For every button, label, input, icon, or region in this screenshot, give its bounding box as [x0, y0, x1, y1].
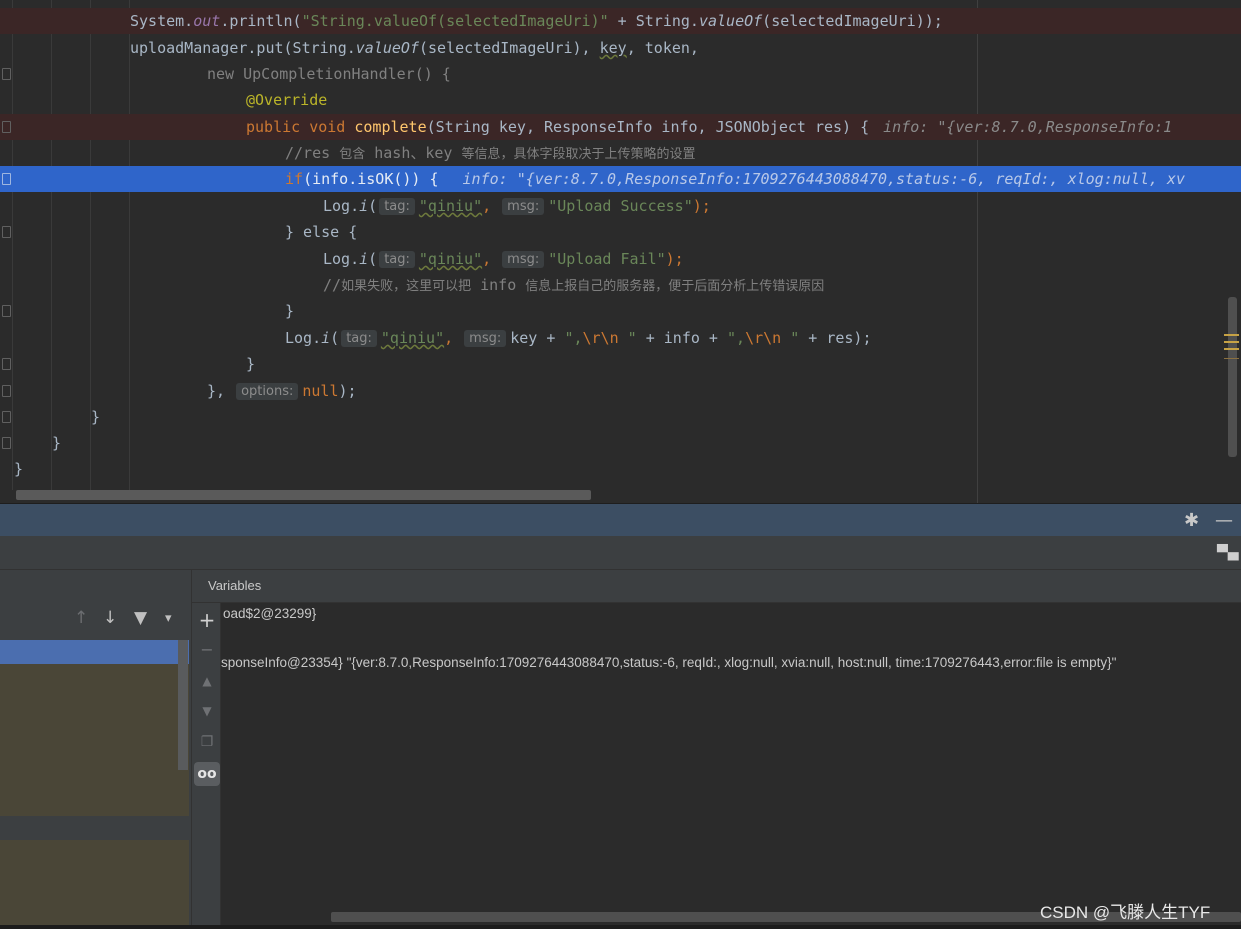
move-down-icon[interactable]: ▼	[194, 698, 220, 724]
variable-row[interactable]: sponseInfo@23354} "{ver:8.7.0,ResponseIn…	[221, 655, 1116, 670]
copy-icon[interactable]: ❐	[194, 729, 220, 755]
code-line[interactable]: public void complete(String key, Respons…	[0, 114, 1241, 140]
add-watch-icon[interactable]: +	[194, 607, 220, 633]
code-line[interactable]: System.out.println("String.valueOf(selec…	[0, 8, 1241, 34]
remove-watch-icon[interactable]: −	[194, 637, 220, 663]
code-line[interactable]: Log.i(tag: "qiniu", msg: key + ",\r\n " + …	[0, 325, 1241, 351]
error-stripe-marker[interactable]	[1224, 334, 1239, 336]
param-hint: msg:	[502, 251, 545, 268]
code-line[interactable]: }, options: null);	[0, 378, 1241, 404]
code-line[interactable]: }	[0, 351, 1241, 377]
error-stripe-marker[interactable]	[1224, 341, 1239, 343]
fold-icon[interactable]	[2, 173, 11, 185]
arrow-down-icon[interactable]: ↓	[103, 608, 117, 628]
watermark: CSDN @飞滕人生TYF	[1040, 903, 1211, 922]
settings-gear-icon[interactable]: ✱	[1184, 510, 1199, 531]
variables-tree[interactable]: oad$2@23299} sponseInfo@23354} "{ver:8.7…	[221, 603, 1241, 929]
inline-debug-value: info: "{ver:8.7.0,ResponseInfo:170927644…	[462, 170, 1185, 188]
code-line[interactable]: }	[0, 404, 1241, 430]
filter-icon[interactable]: ▼	[134, 608, 147, 628]
param-hint: options:	[236, 383, 299, 400]
fold-icon[interactable]	[2, 358, 11, 370]
fold-icon[interactable]	[2, 437, 11, 449]
fold-icon[interactable]	[2, 68, 11, 80]
variable-value: "{ver:8.7.0,ResponseInfo:170927644308847…	[346, 655, 1117, 670]
variables-header: Variables	[192, 570, 1241, 603]
editor-horizontal-scrollbar[interactable]	[16, 490, 591, 500]
fold-icon[interactable]	[2, 411, 11, 423]
code-line[interactable]: //如果失败，这里可以把 info 信息上报自己的服务器，便于后面分析上传错误原…	[0, 272, 1241, 298]
frames-toolbar: ↑ ↓ ▼ ▾	[0, 604, 191, 636]
chevron-down-icon[interactable]: ▾	[165, 611, 172, 626]
debug-toolbar	[0, 536, 1241, 570]
code-line[interactable]: Log.i(tag: "qiniu", msg: "Upload Fail");	[0, 246, 1241, 272]
fold-icon[interactable]	[2, 121, 11, 133]
code-line[interactable]: }	[0, 298, 1241, 324]
move-up-icon[interactable]: ▲	[194, 668, 220, 694]
code-line[interactable]: //res 包含 hash、key 等信息，具体字段取决于上传策略的设置	[0, 140, 1241, 166]
layout-settings-icon[interactable]: ▀▄	[1217, 545, 1239, 561]
variable-row[interactable]: oad$2@23299}	[223, 606, 316, 621]
selected-frame-row[interactable]	[0, 640, 189, 664]
error-stripe-marker[interactable]	[1224, 348, 1239, 350]
debug-tool-header: ✱ —	[0, 503, 1241, 536]
watches-glasses-icon[interactable]: oo	[194, 762, 220, 786]
param-hint: tag:	[379, 251, 415, 268]
frames-scrollbar[interactable]	[178, 640, 188, 770]
fold-icon[interactable]	[2, 305, 11, 317]
window-bottom-edge	[0, 925, 1241, 929]
param-hint: tag:	[379, 198, 415, 215]
variables-side-toolbar: + − ▲ ▼ ❐ oo	[191, 570, 221, 929]
code-line[interactable]: }	[0, 456, 1241, 482]
execution-point-line[interactable]: if(info.isOK()) {info: "{ver:8.7.0,Respo…	[0, 166, 1241, 192]
arrow-up-icon[interactable]: ↑	[74, 608, 88, 628]
code-editor[interactable]: System.out.println("String.valueOf(selec…	[0, 0, 1241, 503]
code-line[interactable]: } else {	[0, 219, 1241, 245]
editor-vertical-scrollbar[interactable]	[1228, 297, 1237, 457]
minimize-icon[interactable]: —	[1215, 510, 1233, 531]
code-line[interactable]: uploadManager.put(String.valueOf(selecte…	[0, 35, 1241, 61]
frames-list-area[interactable]	[0, 840, 189, 929]
param-hint: msg:	[464, 330, 507, 347]
code-line[interactable]: new UpCompletionHandler() {	[0, 61, 1241, 87]
param-hint: msg:	[502, 198, 545, 215]
variables-title: Variables	[208, 578, 262, 593]
fold-icon[interactable]	[2, 226, 11, 238]
code-line[interactable]: @Override	[0, 87, 1241, 113]
fold-icon[interactable]	[2, 385, 11, 397]
frames-list-area[interactable]	[0, 664, 189, 816]
inline-debug-value: info: "{ver:8.7.0,ResponseInfo:1	[883, 118, 1173, 136]
param-hint: tag:	[341, 330, 377, 347]
code-line[interactable]: Log.i(tag: "qiniu", msg: "Upload Success")…	[0, 193, 1241, 219]
frames-panel: ↑ ↓ ▼ ▾	[0, 570, 191, 929]
code-line[interactable]: }	[0, 430, 1241, 456]
error-stripe-marker[interactable]	[1224, 358, 1239, 359]
